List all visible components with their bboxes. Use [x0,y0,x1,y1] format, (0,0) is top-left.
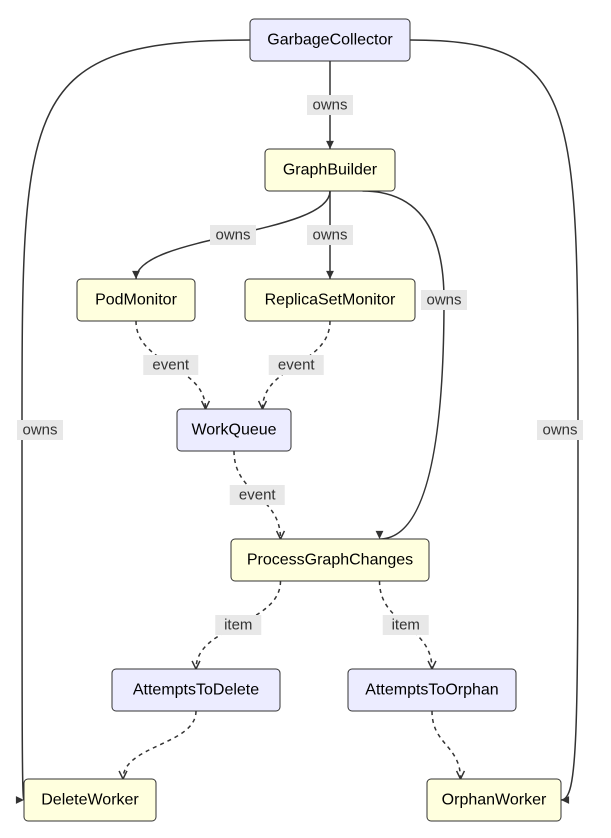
node-label: AttemptsToDelete [133,682,259,699]
flowchart: owns owns owns event event event owns item item o… [0,0,611,838]
node-wq: WorkQueue [177,409,291,451]
node-ow: OrphanWorker [427,779,561,821]
node-label: WorkQueue [191,422,276,439]
edge-label: owns [426,292,461,309]
edge-label: event [278,357,316,374]
node-label: GraphBuilder [283,162,378,179]
edge-label: item [224,617,252,634]
edge-label: owns [22,422,57,439]
edge-label: owns [215,227,250,244]
node-rsm: ReplicaSetMonitor [245,279,415,321]
edge-atd-dw [123,711,196,779]
edge-label: event [239,487,277,504]
edge-label: owns [312,97,347,114]
node-pm: PodMonitor [77,279,195,321]
edge-ato-ow [432,711,461,779]
node-label: ReplicaSetMonitor [265,292,396,309]
node-label: AttemptsToOrphan [365,682,498,699]
edge-label: event [152,357,190,374]
node-gb: GraphBuilder [265,149,395,191]
node-dw: DeleteWorker [24,779,156,821]
node-ato: AttemptsToOrphan [348,669,516,711]
edge-label: item [392,617,420,634]
node-label: ProcessGraphChanges [247,552,413,569]
node-label: GarbageCollector [267,32,393,49]
edge-label: owns [312,227,347,244]
edge-gb-pgc [363,191,445,539]
node-atd: AttemptsToDelete [112,669,280,711]
edge-label: owns [542,422,577,439]
node-gc: GarbageCollector [250,19,410,61]
node-pgc: ProcessGraphChanges [231,539,429,581]
node-label: OrphanWorker [442,792,547,809]
node-label: DeleteWorker [41,792,139,809]
node-label: PodMonitor [95,292,177,309]
